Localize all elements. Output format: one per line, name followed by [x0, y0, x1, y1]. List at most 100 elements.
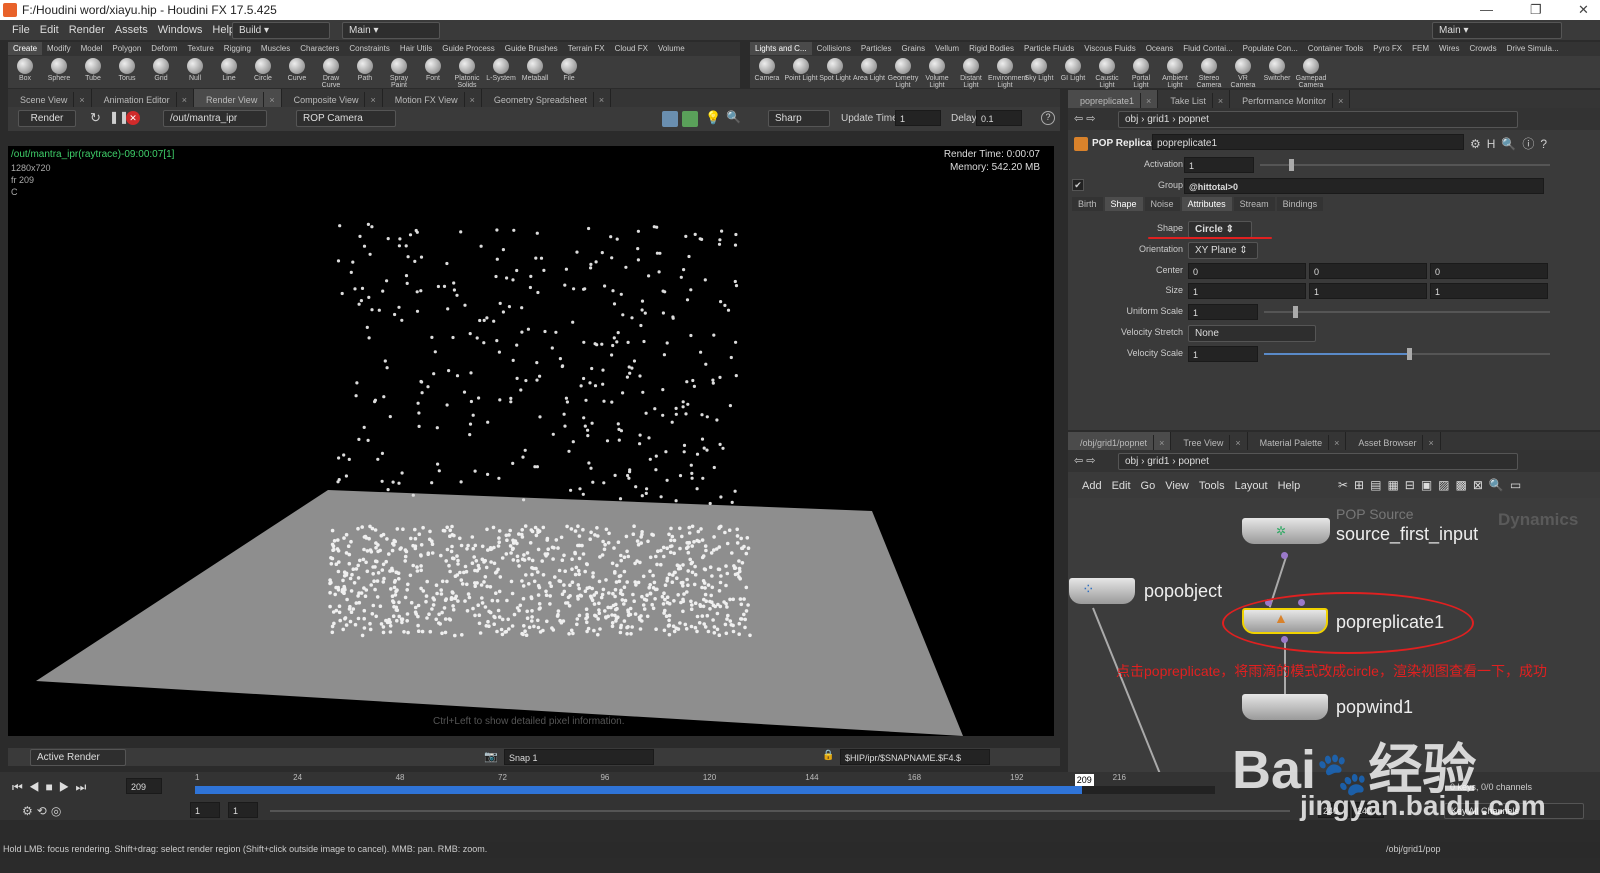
- pane-tab[interactable]: Material Palette ×: [1248, 432, 1347, 450]
- close-icon[interactable]: ✕: [1578, 2, 1589, 18]
- pane-tab[interactable]: Geometry Spreadsheet ×: [482, 89, 612, 107]
- pane-tab[interactable]: Scene View ×: [8, 89, 92, 107]
- minimize-icon[interactable]: —: [1480, 2, 1493, 17]
- tool-gamepad-camera[interactable]: Gamepad Camera: [1294, 56, 1328, 89]
- net-menu-help[interactable]: Help: [1278, 480, 1301, 492]
- pane-tab[interactable]: Render View ×: [193, 89, 282, 107]
- snapshot-icon[interactable]: [662, 111, 678, 127]
- net-menu-edit[interactable]: Edit: [1112, 480, 1131, 492]
- shelf-tab[interactable]: Terrain FX: [563, 42, 610, 55]
- current-frame-field[interactable]: 209: [126, 778, 162, 794]
- tool-circle[interactable]: Circle: [246, 56, 280, 88]
- velocity-scale-field[interactable]: 1: [1188, 346, 1258, 362]
- shelf-tab[interactable]: Vellum: [930, 42, 964, 55]
- param-tab-stream[interactable]: Stream: [1233, 197, 1275, 211]
- shelf-tab[interactable]: Create: [8, 42, 43, 55]
- menu-assets[interactable]: Assets: [115, 24, 148, 36]
- shelf-tab[interactable]: Rigid Bodies: [964, 42, 1019, 55]
- net-menu-layout[interactable]: Layout: [1235, 480, 1268, 492]
- shelf-tab[interactable]: Guide Brushes: [500, 42, 563, 55]
- shelf-tab[interactable]: Wires: [1434, 42, 1464, 55]
- center-z-field[interactable]: 0: [1430, 263, 1548, 279]
- shape-select[interactable]: Circle ⇕: [1188, 221, 1252, 238]
- camera-select[interactable]: ROP Camera: [296, 110, 396, 127]
- tool-spot-light[interactable]: Spot Light: [818, 56, 852, 88]
- maximize-icon[interactable]: ❐: [1530, 2, 1542, 18]
- update-time-field[interactable]: 1: [895, 110, 941, 126]
- tool-vr-camera[interactable]: VR Camera: [1226, 56, 1260, 89]
- camera-icon[interactable]: 📷: [484, 750, 498, 763]
- tool-portal-light[interactable]: Portal Light: [1124, 56, 1158, 89]
- shelf-tab[interactable]: Guide Process: [437, 42, 499, 55]
- refresh-icon[interactable]: ↻: [90, 110, 101, 126]
- tab-close-icon[interactable]: ×: [1338, 96, 1343, 106]
- tab-close-icon[interactable]: ×: [1218, 96, 1223, 106]
- net-menu-view[interactable]: View: [1165, 480, 1189, 492]
- tab-close-icon[interactable]: ×: [470, 95, 475, 105]
- velocity-scale-slider-knob[interactable]: [1407, 348, 1412, 360]
- quality-select[interactable]: Sharp: [768, 110, 830, 127]
- tool-gi-light[interactable]: GI Light: [1056, 56, 1090, 88]
- group-field[interactable]: @hittotal>0: [1184, 178, 1544, 194]
- pane-tab[interactable]: Performance Monitor ×: [1230, 90, 1351, 108]
- pane-tab[interactable]: Asset Browser ×: [1346, 432, 1441, 450]
- param-tab-birth[interactable]: Birth: [1072, 197, 1103, 211]
- lock-icon[interactable]: 🔒: [822, 750, 834, 761]
- start-frame-field-2[interactable]: 1: [228, 802, 258, 818]
- rop-select[interactable]: /out/mantra_ipr: [163, 110, 267, 127]
- shelf-tab[interactable]: Rigging: [219, 42, 256, 55]
- active-render-select[interactable]: Active Render: [30, 749, 126, 766]
- size-z-field[interactable]: 1: [1430, 283, 1548, 299]
- start-frame-field[interactable]: 1: [190, 802, 220, 818]
- shelf-tab[interactable]: Oceans: [1141, 42, 1179, 55]
- pane-tab[interactable]: Animation Editor ×: [92, 89, 194, 107]
- output-path-field[interactable]: $HIP/ipr/$SNAPNAME.$F4.$: [840, 749, 990, 765]
- activation-slider[interactable]: [1260, 159, 1550, 171]
- tab-close-icon[interactable]: ×: [599, 95, 604, 105]
- tool-area-light[interactable]: Area Light: [852, 56, 886, 88]
- shelf-tab[interactable]: Grains: [897, 42, 931, 55]
- shelf-tab[interactable]: Crowds: [1465, 42, 1502, 55]
- tool-font[interactable]: Font: [416, 56, 450, 88]
- tool-point-light[interactable]: Point Light: [784, 56, 818, 88]
- velocity-stretch-select[interactable]: None: [1188, 325, 1316, 342]
- tool-caustic-light[interactable]: Caustic Light: [1090, 56, 1124, 89]
- shelf-tab[interactable]: Muscles: [256, 42, 295, 55]
- zoom-icon[interactable]: 🔍: [726, 110, 741, 124]
- tool-camera[interactable]: Camera: [750, 56, 784, 88]
- tab-close-icon[interactable]: ×: [370, 95, 375, 105]
- menu-file[interactable]: File: [12, 24, 30, 36]
- shelf-tab[interactable]: Collisions: [812, 42, 856, 55]
- param-toolbar-icons[interactable]: ⚙H🔍ⓘ?: [1470, 135, 1553, 152]
- delay-field[interactable]: 0.1: [976, 110, 1022, 126]
- network-toolbar-icons[interactable]: ✂⊞▤▦⊟▣▨▩⊠🔍▭: [1338, 478, 1527, 492]
- tool-ambient-light[interactable]: Ambient Light: [1158, 56, 1192, 89]
- shelf-tab[interactable]: Modify: [42, 42, 76, 55]
- pane-tab[interactable]: Tree View ×: [1171, 432, 1248, 450]
- orientation-select[interactable]: XY Plane ⇕: [1188, 242, 1258, 259]
- tool-switcher[interactable]: Switcher: [1260, 56, 1294, 88]
- activation-slider-knob[interactable]: [1289, 159, 1294, 171]
- shelf-tab[interactable]: Constraints: [344, 42, 394, 55]
- uniform-scale-slider-knob[interactable]: [1292, 306, 1298, 318]
- tab-close-icon[interactable]: ×: [1159, 438, 1164, 448]
- timeline-track[interactable]: [195, 786, 1215, 794]
- pane-tab[interactable]: Composite View ×: [282, 89, 383, 107]
- tool-grid[interactable]: Grid: [144, 56, 178, 88]
- shelf-tab[interactable]: Texture: [183, 42, 219, 55]
- network-path[interactable]: obj › grid1 › popnet: [1118, 453, 1518, 470]
- param-tab-bindings[interactable]: Bindings: [1276, 197, 1324, 211]
- param-tab-shape[interactable]: Shape: [1104, 197, 1143, 211]
- uniform-scale-field[interactable]: 1: [1188, 304, 1258, 320]
- center-x-field[interactable]: 0: [1188, 263, 1306, 279]
- shelf-tab[interactable]: Drive Simula...: [1502, 42, 1564, 55]
- pane-tab[interactable]: Take List ×: [1158, 90, 1231, 108]
- tool-path[interactable]: Path: [348, 56, 382, 88]
- shelf-tab[interactable]: Hair Utils: [395, 42, 437, 55]
- net-back-forward-icon[interactable]: ⇦ ⇨: [1074, 454, 1096, 467]
- shelf-tab[interactable]: Particles: [856, 42, 897, 55]
- snap-field[interactable]: Snap 1: [504, 749, 654, 765]
- shelf-tab[interactable]: FEM: [1407, 42, 1434, 55]
- shelf-tab[interactable]: Pyro FX: [1368, 42, 1407, 55]
- node-popwind1[interactable]: [1242, 694, 1328, 720]
